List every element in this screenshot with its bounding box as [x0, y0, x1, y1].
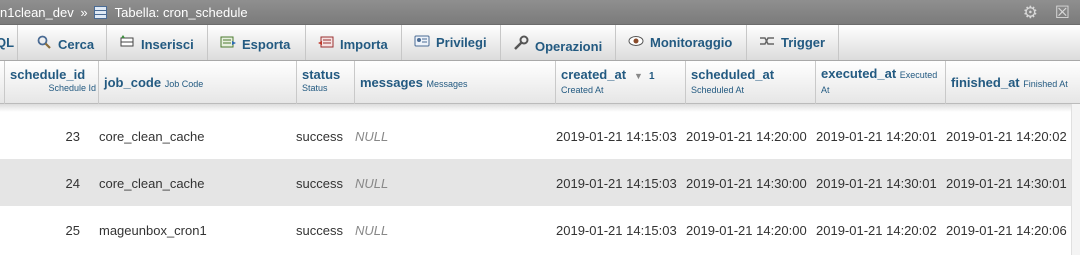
table-header: schedule_id Schedule Id job_code Job Cod…	[0, 61, 1080, 104]
table-row[interactable]: 24 core_clean_cache success NULL 2019-01…	[0, 159, 1072, 206]
header-schedule-id[interactable]: schedule_id Schedule Id	[4, 61, 101, 104]
header-comment: Scheduled At	[691, 85, 745, 95]
header-job-code[interactable]: job_code Job Code	[98, 61, 296, 104]
tab-sql[interactable]: QL	[0, 25, 18, 60]
tab-operations-label: Operazioni	[535, 39, 603, 54]
cell-scheduled-at: 2019-01-21 14:20:00	[686, 223, 807, 238]
cell-schedule-id: 24	[65, 176, 80, 191]
cell-messages: NULL	[355, 223, 389, 238]
header-name[interactable]: messages	[360, 75, 423, 90]
insert-icon	[119, 35, 135, 52]
tab-search-label: Cerca	[58, 37, 95, 52]
cell-status: success	[296, 176, 343, 191]
header-shadow	[0, 104, 1080, 112]
search-icon	[36, 35, 52, 52]
cell-scheduled-at: 2019-01-21 14:30:00	[686, 176, 807, 191]
cell-finished-at: 2019-01-21 14:20:02	[946, 129, 1067, 144]
header-name[interactable]: executed_at	[821, 66, 896, 81]
table-row[interactable]: 25 mageunbox_cron1 success NULL 2019-01-…	[0, 206, 1072, 253]
breadcrumb-database[interactable]: n1clean_dev	[0, 5, 74, 20]
eye-icon	[628, 35, 644, 50]
header-name[interactable]: scheduled_at	[691, 67, 810, 82]
sort-order-number: 1	[648, 71, 655, 82]
tab-operations[interactable]: Operazioni	[501, 25, 616, 60]
tab-privileges[interactable]: Privilegi	[402, 25, 501, 60]
header-messages[interactable]: messages Messages	[354, 61, 555, 104]
table-row[interactable]: 23 core_clean_cache success NULL 2019-01…	[0, 112, 1072, 159]
tab-bar: QL Cerca Inserisci Esporta Importa Privi…	[0, 25, 1080, 61]
header-executed-at[interactable]: executed_at Executed At	[815, 61, 945, 104]
cell-created-at: 2019-01-21 14:15:03	[556, 176, 677, 191]
wrench-icon	[513, 35, 529, 54]
cell-schedule-id: 23	[65, 129, 80, 144]
tab-import-label: Importa	[340, 37, 388, 52]
header-name[interactable]: status	[302, 67, 349, 82]
export-icon	[220, 35, 236, 52]
sort-desc-icon[interactable]: ▼	[634, 71, 643, 81]
cell-created-at: 2019-01-21 14:15:03	[556, 223, 677, 238]
header-comment: Created At	[561, 85, 604, 95]
cell-schedule-id: 25	[65, 223, 80, 238]
tab-trigger[interactable]: Trigger	[747, 25, 839, 60]
tab-trigger-label: Trigger	[781, 35, 826, 50]
tab-monitoring-label: Monitoraggio	[650, 35, 733, 50]
table-icon	[94, 6, 108, 19]
collapse-icon[interactable]: ☒	[1055, 3, 1070, 22]
header-scheduled-at[interactable]: scheduled_at Scheduled At	[685, 61, 815, 104]
header-comment: Status	[302, 83, 328, 93]
header-name[interactable]: job_code	[104, 75, 161, 90]
tab-sql-label: QL	[0, 35, 15, 50]
header-comment: Finished At	[1023, 79, 1068, 89]
cell-finished-at: 2019-01-21 14:30:01	[946, 176, 1067, 191]
tab-privileges-label: Privilegi	[436, 35, 487, 50]
cell-executed-at: 2019-01-21 14:20:02	[816, 223, 937, 238]
tab-export-label: Esporta	[242, 37, 291, 52]
tab-export[interactable]: Esporta	[208, 25, 306, 60]
cell-job-code: core_clean_cache	[99, 129, 205, 144]
trigger-icon	[759, 35, 775, 50]
header-name[interactable]: finished_at	[951, 75, 1020, 90]
breadcrumb-table[interactable]: Tabella: cron_schedule	[115, 5, 248, 20]
cell-messages: NULL	[355, 176, 389, 191]
cell-scheduled-at: 2019-01-21 14:20:00	[686, 129, 807, 144]
cell-job-code: core_clean_cache	[99, 176, 205, 191]
cell-job-code: mageunbox_cron1	[99, 223, 207, 238]
gear-icon[interactable]: ⚙	[1023, 3, 1038, 22]
header-comment: Job Code	[164, 79, 204, 89]
cell-messages: NULL	[355, 129, 389, 144]
tab-insert[interactable]: Inserisci	[107, 25, 208, 60]
breadcrumb: n1clean_dev » Tabella: cron_schedule	[0, 5, 248, 20]
import-icon	[318, 35, 334, 52]
cell-status: success	[296, 223, 343, 238]
privileges-icon	[414, 35, 430, 50]
header-comment: Messages	[426, 79, 468, 89]
cell-status: success	[296, 129, 343, 144]
cell-executed-at: 2019-01-21 14:20:01	[816, 129, 937, 144]
breadcrumb-separator: »	[80, 5, 88, 20]
tab-monitoring[interactable]: Monitoraggio	[616, 25, 747, 60]
tab-insert-label: Inserisci	[141, 37, 194, 52]
header-name[interactable]: created_at	[561, 67, 626, 82]
header-comment: Schedule Id	[48, 83, 96, 93]
tab-search[interactable]: Cerca	[18, 25, 107, 60]
header-created-at[interactable]: created_at ▼ 1 Created At	[555, 61, 685, 104]
header-finished-at[interactable]: finished_at Finished At	[945, 61, 1080, 104]
header-name[interactable]: schedule_id	[10, 67, 96, 82]
title-bar: n1clean_dev » Tabella: cron_schedule ⚙ ☒	[0, 0, 1080, 25]
cell-created-at: 2019-01-21 14:15:03	[556, 129, 677, 144]
cell-executed-at: 2019-01-21 14:30:01	[816, 176, 937, 191]
header-status[interactable]: status Status	[296, 61, 354, 104]
tab-import[interactable]: Importa	[306, 25, 402, 60]
title-icons: ⚙ ☒	[1011, 3, 1070, 23]
cell-finished-at: 2019-01-21 14:20:06	[946, 223, 1067, 238]
scrollbar-track[interactable]	[1071, 104, 1080, 255]
